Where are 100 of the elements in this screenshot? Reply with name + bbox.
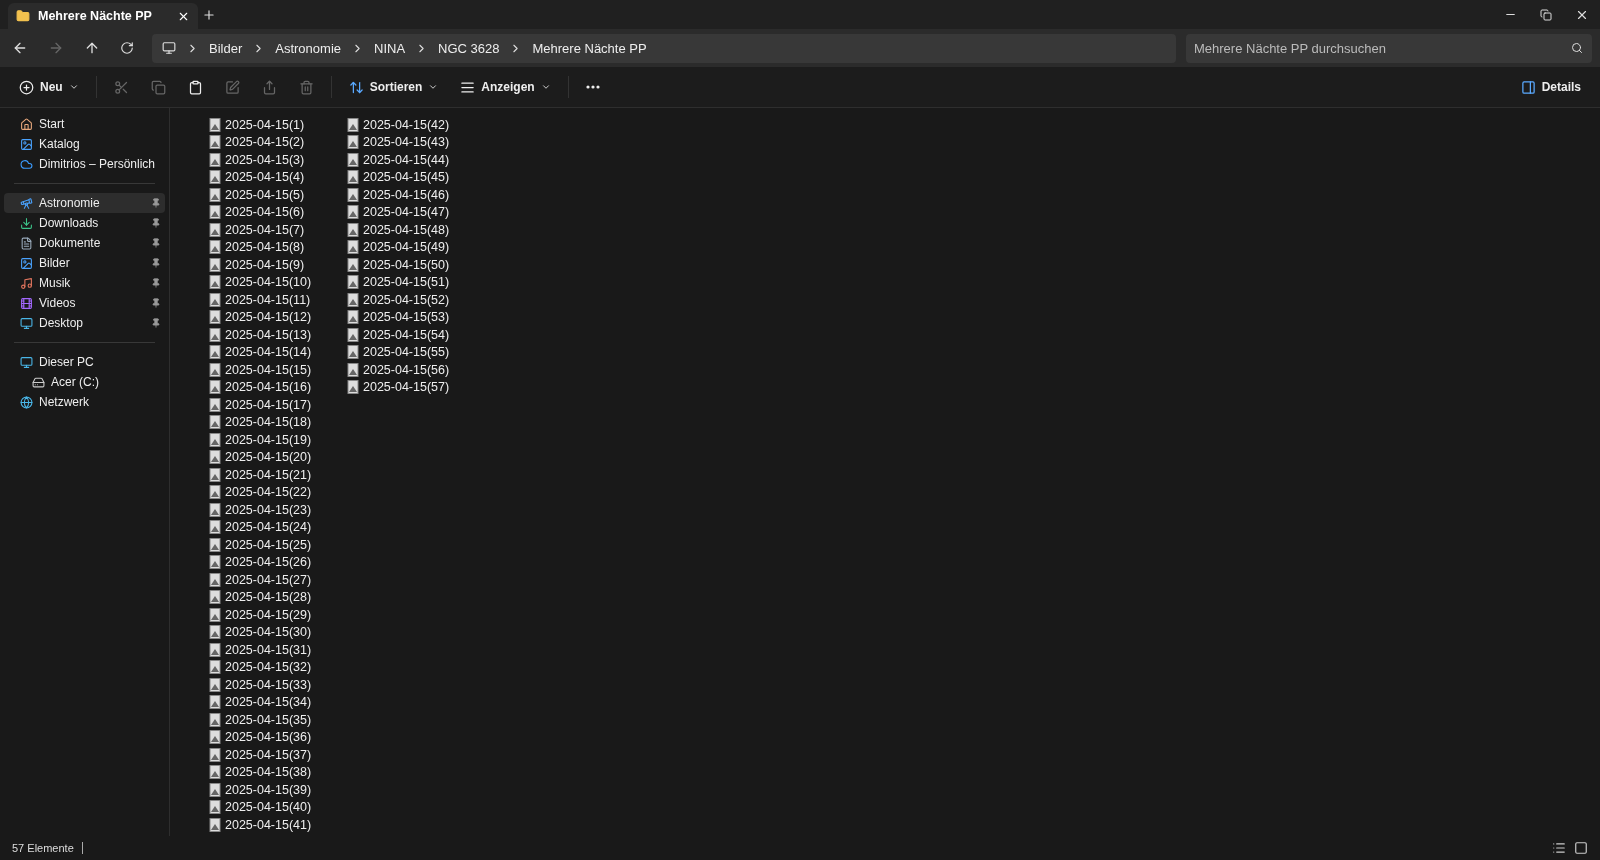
file-item[interactable]: 2025-04-15(7) xyxy=(208,221,346,239)
file-item[interactable]: 2025-04-15(49) xyxy=(346,238,484,256)
sidebar-item[interactable]: Acer (C:) xyxy=(4,372,165,392)
file-item[interactable]: 2025-04-15(15) xyxy=(208,361,346,379)
file-item[interactable]: 2025-04-15(28) xyxy=(208,588,346,606)
sidebar-item[interactable]: Katalog xyxy=(4,134,165,154)
file-item[interactable]: 2025-04-15(34) xyxy=(208,693,346,711)
image-file-icon xyxy=(208,485,222,500)
file-item[interactable]: 2025-04-15(38) xyxy=(208,763,346,781)
breadcrumb[interactable]: Mehrere Nächte PP xyxy=(532,40,647,56)
file-item[interactable]: 2025-04-15(48) xyxy=(346,221,484,239)
file-item[interactable]: 2025-04-15(46) xyxy=(346,186,484,204)
sidebar-item[interactable]: Dimitrios – Persönlich xyxy=(4,154,165,174)
file-item[interactable]: 2025-04-15(30) xyxy=(208,623,346,641)
image-file-icon xyxy=(208,695,222,710)
sidebar-item[interactable]: Dieser PC xyxy=(4,352,165,372)
file-item[interactable]: 2025-04-15(12) xyxy=(208,308,346,326)
file-item[interactable]: 2025-04-15(3) xyxy=(208,151,346,169)
rename-icon xyxy=(224,79,240,95)
restore-icon xyxy=(1540,8,1552,21)
monitor-icon xyxy=(162,41,176,55)
file-item[interactable]: 2025-04-15(17) xyxy=(208,396,346,414)
file-item[interactable]: 2025-04-15(6) xyxy=(208,203,346,221)
sidebar-item[interactable]: Astronomie xyxy=(4,193,165,213)
download-icon xyxy=(20,216,33,230)
image-file-icon xyxy=(346,152,360,167)
file-item[interactable]: 2025-04-15(37) xyxy=(208,746,346,764)
image-file-icon xyxy=(346,275,360,290)
file-item[interactable]: 2025-04-15(55) xyxy=(346,343,484,361)
image-file-icon xyxy=(346,187,360,202)
file-item[interactable]: 2025-04-15(53) xyxy=(346,308,484,326)
file-item[interactable]: 2025-04-15(27) xyxy=(208,571,346,589)
search-field[interactable]: Mehrere Nächte PP durchsuchen xyxy=(1186,33,1592,63)
sidebar-item[interactable]: Dokumente xyxy=(4,233,165,253)
file-item[interactable]: 2025-04-15(57) xyxy=(346,378,484,396)
file-item[interactable]: 2025-04-15(14) xyxy=(208,343,346,361)
file-item[interactable]: 2025-04-15(35) xyxy=(208,711,346,729)
sort-button[interactable]: Sortieren xyxy=(339,74,448,100)
file-item[interactable]: 2025-04-15(24) xyxy=(208,518,346,536)
file-item[interactable]: 2025-04-15(4) xyxy=(208,168,346,186)
file-item[interactable]: 2025-04-15(5) xyxy=(208,186,346,204)
file-item[interactable]: 2025-04-15(16) xyxy=(208,378,346,396)
breadcrumb[interactable]: NINA xyxy=(374,40,406,56)
file-item[interactable]: 2025-04-15(19) xyxy=(208,431,346,449)
file-item[interactable]: 2025-04-15(13) xyxy=(208,326,346,344)
file-item[interactable]: 2025-04-15(40) xyxy=(208,798,346,816)
sidebar-item[interactable]: Desktop xyxy=(4,313,165,333)
file-item[interactable]: 2025-04-15(41) xyxy=(208,816,346,834)
file-item[interactable]: 2025-04-15(33) xyxy=(208,676,346,694)
file-item[interactable]: 2025-04-15(18) xyxy=(208,413,346,431)
file-item[interactable]: 2025-04-15(22) xyxy=(208,483,346,501)
file-item[interactable]: 2025-04-15(36) xyxy=(208,728,346,746)
details-button[interactable]: Details xyxy=(1511,74,1590,100)
sidebar-item[interactable]: Bilder xyxy=(4,253,165,273)
address-bar[interactable]: Bilder Astronomie NINA NGC 3628 Mehrere Nächte PP xyxy=(152,33,1176,63)
file-item[interactable]: 2025-04-15(47) xyxy=(346,203,484,221)
sidebar-item[interactable]: Netzwerk xyxy=(4,392,165,412)
file-item[interactable]: 2025-04-15(29) xyxy=(208,606,346,624)
breadcrumb[interactable]: Astronomie xyxy=(275,40,341,56)
file-item[interactable]: 2025-04-15(9) xyxy=(208,256,346,274)
tiles-view-icon[interactable] xyxy=(1574,841,1588,855)
tab[interactable]: Mehrere Nächte PP xyxy=(8,3,198,29)
details-view-icon[interactable] xyxy=(1552,841,1566,855)
sidebar-item[interactable]: Start xyxy=(4,114,165,134)
view-button[interactable]: Anzeigen xyxy=(451,74,560,100)
file-item[interactable]: 2025-04-15(51) xyxy=(346,273,484,291)
file-item[interactable]: 2025-04-15(39) xyxy=(208,781,346,799)
file-item[interactable]: 2025-04-15(8) xyxy=(208,238,346,256)
sidebar-item[interactable]: Videos xyxy=(4,293,165,313)
sidebar-item[interactable]: Downloads xyxy=(4,213,165,233)
file-item[interactable]: 2025-04-15(43) xyxy=(346,133,484,151)
file-item[interactable]: 2025-04-15(26) xyxy=(208,553,346,571)
new-button[interactable]: Neu xyxy=(10,74,88,100)
file-item[interactable]: 2025-04-15(1) xyxy=(208,116,346,134)
file-item[interactable]: 2025-04-15(20) xyxy=(208,448,346,466)
file-item[interactable]: 2025-04-15(11) xyxy=(208,291,346,309)
breadcrumb[interactable]: NGC 3628 xyxy=(438,40,500,56)
file-item[interactable]: 2025-04-15(50) xyxy=(346,256,484,274)
image-file-icon xyxy=(208,275,222,290)
file-item[interactable]: 2025-04-15(56) xyxy=(346,361,484,379)
file-item[interactable]: 2025-04-15(2) xyxy=(208,133,346,151)
file-item[interactable]: 2025-04-15(42) xyxy=(346,116,484,134)
image-file-icon xyxy=(208,187,222,202)
file-item[interactable]: 2025-04-15(44) xyxy=(346,151,484,169)
sidebar-item[interactable]: Musik xyxy=(4,273,165,293)
network-icon xyxy=(20,395,33,409)
pin-icon xyxy=(151,318,161,328)
file-item[interactable]: 2025-04-15(45) xyxy=(346,168,484,186)
breadcrumb[interactable]: Bilder xyxy=(209,40,243,56)
image-file-icon xyxy=(208,117,222,132)
file-item[interactable]: 2025-04-15(31) xyxy=(208,641,346,659)
file-item[interactable]: 2025-04-15(25) xyxy=(208,536,346,554)
file-item[interactable]: 2025-04-15(23) xyxy=(208,501,346,519)
image-file-icon xyxy=(208,782,222,797)
file-item[interactable]: 2025-04-15(21) xyxy=(208,466,346,484)
file-item[interactable]: 2025-04-15(52) xyxy=(346,291,484,309)
file-item[interactable]: 2025-04-15(10) xyxy=(208,273,346,291)
file-item[interactable]: 2025-04-15(32) xyxy=(208,658,346,676)
videos-icon xyxy=(20,296,33,310)
file-item[interactable]: 2025-04-15(54) xyxy=(346,326,484,344)
